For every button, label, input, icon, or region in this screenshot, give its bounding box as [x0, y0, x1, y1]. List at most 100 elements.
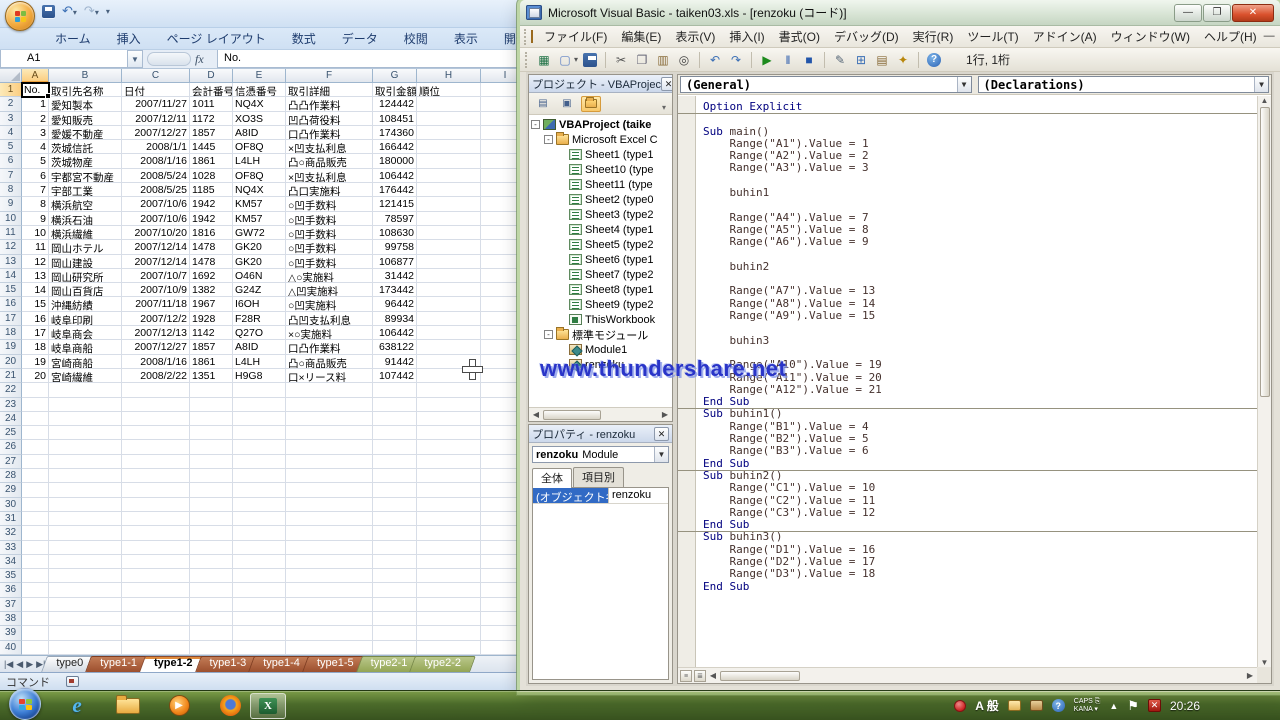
grid-cell[interactable]: 2007/11/18 — [122, 297, 190, 311]
prev-sheet-icon[interactable]: ◀ — [16, 659, 23, 670]
grid-cell[interactable]: 2007/10/7 — [122, 269, 190, 283]
grid-cell[interactable]: 166442 — [373, 140, 417, 154]
grid-cell[interactable] — [286, 626, 373, 640]
grid-cell[interactable] — [122, 612, 190, 626]
grid-cell[interactable] — [190, 469, 233, 483]
grid-cell[interactable] — [417, 583, 481, 597]
grid-cell[interactable]: 4 — [22, 140, 49, 154]
grid-cell[interactable] — [22, 383, 49, 397]
grid-cell[interactable] — [417, 312, 481, 326]
tree-item[interactable]: ThisWorkbook — [529, 312, 672, 327]
tree-item[interactable]: Sheet2 (type0 — [529, 192, 672, 207]
media-player-icon[interactable]: ▶ — [164, 694, 194, 718]
grid-cell[interactable] — [233, 641, 286, 655]
row-header[interactable]: 22 — [0, 383, 22, 397]
row-header[interactable]: 14 — [0, 269, 22, 283]
grid-cell[interactable]: 凸凸作業料 — [286, 97, 373, 111]
grid-cell[interactable] — [190, 383, 233, 397]
property-row[interactable]: (オブジェクト名) renzoku — [533, 488, 668, 504]
name-box-dropdown-icon[interactable]: ▼ — [128, 50, 143, 68]
save-icon[interactable] — [583, 53, 597, 67]
grid-cell[interactable]: 31442 — [373, 269, 417, 283]
scroll-right-icon[interactable]: ▶ — [658, 410, 672, 419]
grid-cell[interactable]: 99758 — [373, 240, 417, 254]
grid-cell[interactable]: 岐阜商船 — [49, 340, 122, 354]
grid-cell[interactable]: Q27O — [233, 326, 286, 340]
grid-cell[interactable] — [233, 426, 286, 440]
tree-item[interactable]: -Microsoft Excel C — [529, 132, 672, 147]
grid-cell[interactable] — [122, 469, 190, 483]
grid-cell[interactable] — [122, 626, 190, 640]
firefox-icon[interactable] — [215, 694, 245, 718]
grid-cell[interactable] — [286, 440, 373, 454]
grid-cell[interactable]: 1172 — [190, 112, 233, 126]
grid-cell[interactable] — [417, 641, 481, 655]
grid-cell[interactable]: 106877 — [373, 255, 417, 269]
grid-cell[interactable]: 1861 — [190, 154, 233, 168]
grid-cell[interactable] — [49, 612, 122, 626]
grid-cell[interactable] — [233, 541, 286, 555]
grid-cell[interactable] — [373, 512, 417, 526]
grid-cell[interactable]: 1 — [22, 97, 49, 111]
grid-cell[interactable]: 108451 — [373, 112, 417, 126]
grid-cell[interactable]: 2007/10/20 — [122, 226, 190, 240]
explorer-folder-icon[interactable] — [113, 694, 143, 718]
grid-cell[interactable] — [286, 526, 373, 540]
cut-icon[interactable]: ✂ — [612, 51, 630, 69]
row-header[interactable]: 32 — [0, 526, 22, 540]
grid-cell[interactable] — [417, 226, 481, 240]
project-explorer-icon[interactable]: ⊞ — [852, 51, 870, 69]
grid-cell[interactable] — [233, 583, 286, 597]
grid-cell[interactable] — [22, 469, 49, 483]
grid-cell[interactable] — [373, 398, 417, 412]
grid-cell[interactable]: 宮崎商船 — [49, 355, 122, 369]
grid-cell[interactable]: 2 — [22, 112, 49, 126]
grid-cell[interactable] — [286, 412, 373, 426]
grid-cell[interactable]: 横浜繊維 — [49, 226, 122, 240]
row-header[interactable]: 34 — [0, 555, 22, 569]
grid-cell[interactable] — [49, 412, 122, 426]
grid-cell[interactable] — [49, 598, 122, 612]
grid-cell[interactable]: 茨城物産 — [49, 154, 122, 168]
grid-cell[interactable] — [373, 440, 417, 454]
tree-item[interactable]: Sheet9 (type2 — [529, 297, 672, 312]
grid-cell[interactable]: 89934 — [373, 312, 417, 326]
grid-cell[interactable]: 凸○商品販売 — [286, 154, 373, 168]
grid-cell[interactable] — [373, 598, 417, 612]
grid-cell[interactable] — [190, 569, 233, 583]
properties-close-icon[interactable]: ✕ — [654, 427, 669, 441]
grid-cell[interactable] — [373, 383, 417, 397]
tab-alphabetic[interactable]: 全体 — [532, 468, 572, 488]
grid-cell[interactable] — [233, 498, 286, 512]
properties-header[interactable]: プロパティ - renzoku ✕ — [529, 425, 672, 443]
grid-cell[interactable] — [49, 641, 122, 655]
grid-cell[interactable]: 2008/1/16 — [122, 154, 190, 168]
ime-mode-indicator[interactable]: A 般 — [975, 697, 999, 714]
grid-cell[interactable] — [417, 97, 481, 111]
grid-cell[interactable] — [22, 612, 49, 626]
project-explorer-header[interactable]: プロジェクト - VBAProjec ✕ — [529, 75, 672, 93]
grid-cell[interactable]: 2007/11/27 — [122, 97, 190, 111]
grid-cell[interactable]: L4LH — [233, 355, 286, 369]
grid-cell[interactable]: 91442 — [373, 355, 417, 369]
first-sheet-icon[interactable]: |◀ — [4, 659, 13, 670]
find-icon[interactable]: ◎ — [675, 51, 693, 69]
hscroll-thumb[interactable] — [720, 671, 800, 681]
grid-cell[interactable]: 1857 — [190, 340, 233, 354]
name-box[interactable]: A1 — [0, 50, 128, 68]
insert-userform-icon[interactable]: ▢ — [556, 51, 574, 69]
grid-cell[interactable]: F28R — [233, 312, 286, 326]
grid-cell[interactable] — [373, 641, 417, 655]
tree-item[interactable]: Sheet6 (type1 — [529, 252, 672, 267]
grid-cell[interactable] — [417, 526, 481, 540]
row-header[interactable]: 3 — [0, 112, 22, 126]
column-header[interactable]: A — [22, 69, 49, 83]
grid-cell[interactable]: 2008/1/1 — [122, 140, 190, 154]
grid-cell[interactable]: ○凹手数料 — [286, 240, 373, 254]
grid-cell[interactable]: ○凹実施料 — [286, 297, 373, 311]
tray-app-icon[interactable] — [954, 700, 966, 712]
grid-cell[interactable]: 取引詳細 — [286, 83, 373, 97]
row-header[interactable]: 27 — [0, 455, 22, 469]
grid-cell[interactable] — [233, 440, 286, 454]
grid-cell[interactable] — [417, 154, 481, 168]
